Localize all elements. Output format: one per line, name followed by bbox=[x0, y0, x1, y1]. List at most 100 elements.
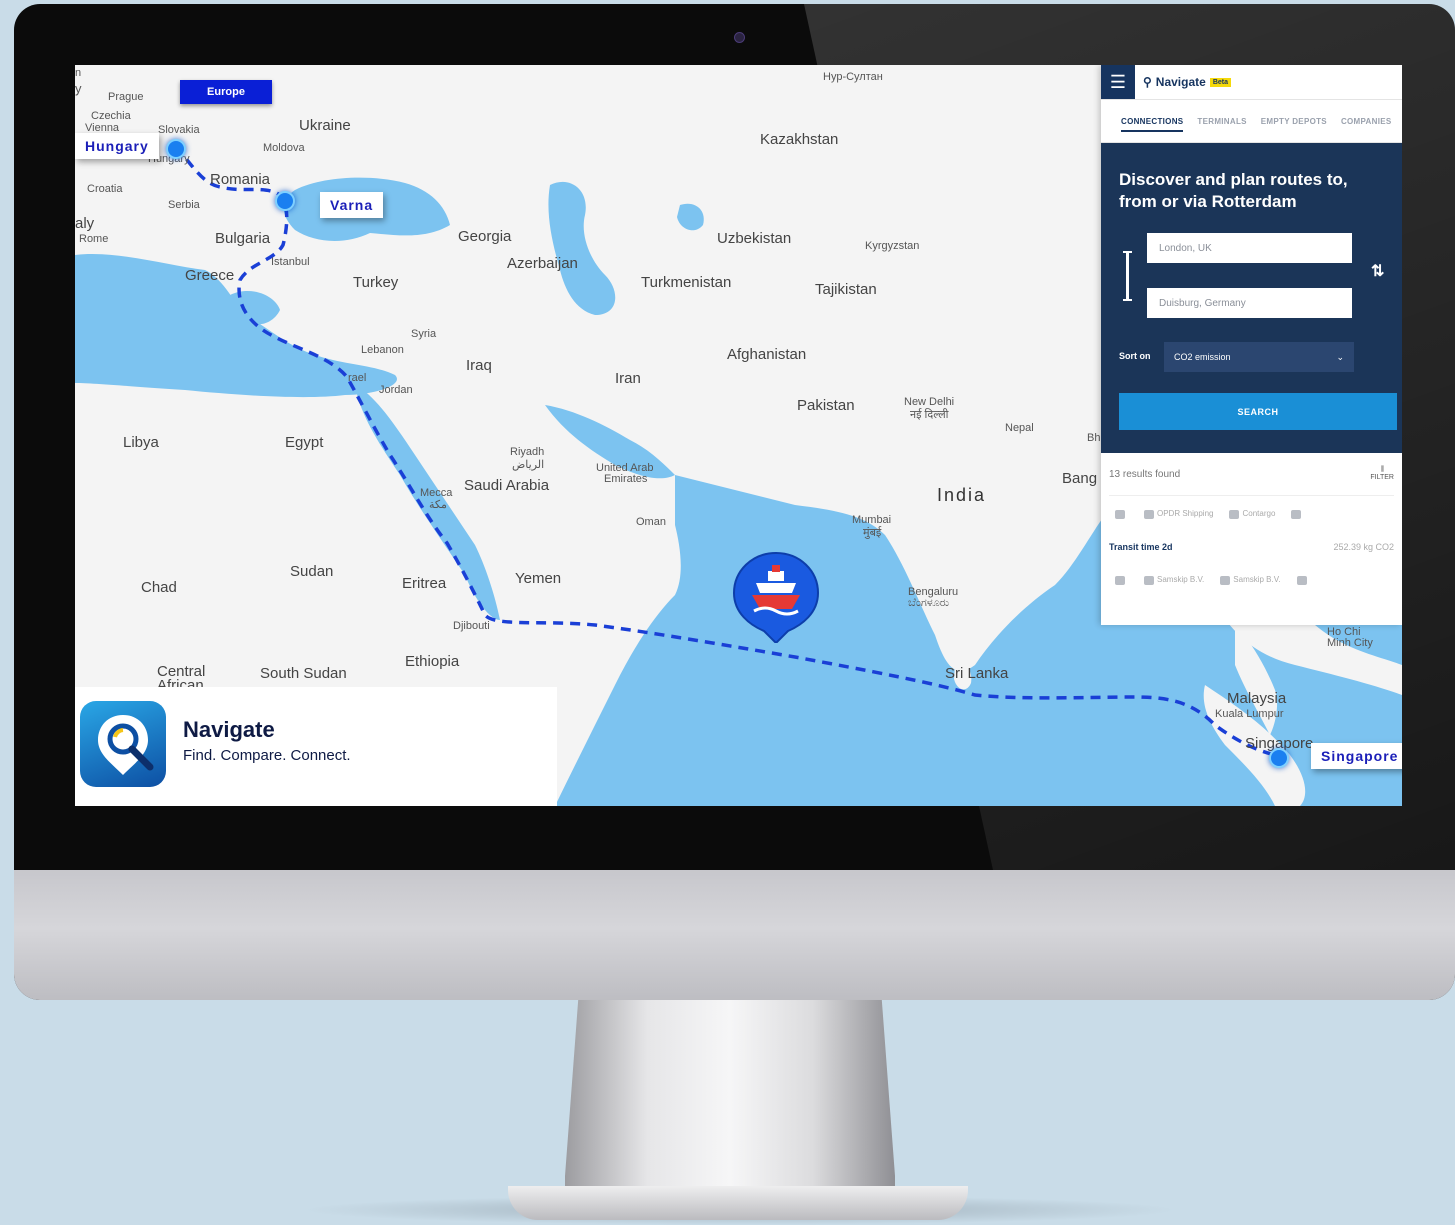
map-label: rael bbox=[348, 372, 367, 384]
operator-label: Samskip B.V. bbox=[1220, 575, 1281, 585]
results-list: 13 results found ⫼ FILTER OPDR Shipping C… bbox=[1101, 453, 1402, 598]
results-header: 13 results found ⫼ FILTER bbox=[1109, 453, 1394, 496]
swap-icon[interactable]: ⇅ bbox=[1371, 261, 1384, 281]
map-label: South Sudan bbox=[260, 665, 347, 682]
hungary-pin-icon[interactable] bbox=[166, 139, 186, 159]
operator-label: OPDR Shipping bbox=[1144, 509, 1213, 519]
map-label: aly bbox=[75, 215, 95, 232]
sort-label: Sort on bbox=[1119, 351, 1151, 361]
brand-panel: Navigate Find. Compare. Connect. bbox=[75, 687, 557, 806]
map-label: Slovakia bbox=[158, 124, 200, 136]
map-label: Rome bbox=[79, 233, 109, 245]
varna-tag[interactable]: Varna bbox=[320, 192, 384, 218]
map-label: Egypt bbox=[285, 434, 324, 451]
map-label: Uzbekistan bbox=[717, 230, 792, 247]
sort-select[interactable]: CO2 emission ⌄ bbox=[1164, 342, 1354, 372]
camera-icon bbox=[734, 32, 745, 43]
beta-badge: Beta bbox=[1209, 77, 1232, 87]
map-label: الرياض bbox=[512, 459, 545, 471]
map-label: Chad bbox=[141, 579, 177, 596]
map-label: Libya bbox=[123, 434, 159, 451]
train-icon bbox=[1115, 509, 1125, 519]
sort-select-value: CO2 emission bbox=[1174, 352, 1231, 362]
map-label: मुंबई bbox=[863, 527, 882, 539]
filter-label: FILTER bbox=[1370, 474, 1394, 481]
map-label: Lebanon bbox=[361, 344, 404, 356]
map-label: Syria bbox=[411, 328, 437, 340]
map-label: Pakistan bbox=[797, 397, 855, 414]
app-header: ☰ ⚲ Navigate Beta bbox=[1101, 65, 1402, 100]
map-label: Oman bbox=[636, 516, 666, 528]
ship-pin-icon[interactable] bbox=[732, 551, 820, 643]
map-label: Iraq bbox=[466, 357, 492, 374]
map-label: Eritrea bbox=[402, 575, 447, 592]
from-input[interactable]: London, UK bbox=[1147, 233, 1352, 263]
hero-title: Discover and plan routes to, from or via… bbox=[1119, 170, 1348, 211]
map-label: Нур-Султан bbox=[823, 71, 883, 83]
map-label: नई दिल्ली bbox=[910, 409, 949, 421]
result-row[interactable]: Samskip B.V. Samskip B.V. bbox=[1109, 562, 1394, 598]
filter-button[interactable]: ⫼ FILTER bbox=[1370, 466, 1394, 482]
route-line-icon bbox=[1123, 251, 1132, 301]
map-pin-icon: ⚲ bbox=[1143, 75, 1152, 89]
filter-icon: ⫼ bbox=[1380, 466, 1384, 473]
app-brand-name: Navigate bbox=[1155, 75, 1206, 89]
co2-value: 252.39 kg CO2 bbox=[1333, 542, 1394, 552]
map-label: Croatia bbox=[87, 183, 123, 195]
map-label: Turkmenistan bbox=[641, 274, 732, 291]
truck-icon bbox=[1229, 509, 1240, 519]
map-label: Saudi Arabia bbox=[464, 477, 550, 494]
monitor-stand bbox=[565, 1000, 895, 1200]
map-label: Malaysia bbox=[1227, 690, 1287, 707]
train-icon bbox=[1291, 509, 1302, 519]
tab-terminals[interactable]: TERMINALS bbox=[1197, 117, 1246, 126]
map-label: y bbox=[75, 81, 82, 96]
ship-icon bbox=[1144, 575, 1154, 585]
map-label: Romania bbox=[210, 171, 271, 188]
navigate-app-panel: ☰ ⚲ Navigate Beta CONNECTIONS TERMINALS … bbox=[1101, 65, 1402, 625]
map-label: Georgia bbox=[458, 228, 512, 245]
operator-label: Samskip B.V. bbox=[1144, 575, 1204, 585]
singapore-tag[interactable]: Singapore bbox=[1311, 743, 1402, 769]
map-label: India bbox=[937, 485, 987, 505]
results-count: 13 results found bbox=[1109, 468, 1181, 480]
app-tabs: CONNECTIONS TERMINALS EMPTY DEPOTS COMPA… bbox=[1101, 100, 1402, 143]
varna-pin-icon[interactable] bbox=[275, 191, 295, 211]
monitor-chin bbox=[14, 870, 1455, 1000]
map-label: Bh bbox=[1087, 432, 1101, 444]
tab-connections[interactable]: CONNECTIONS bbox=[1121, 117, 1184, 132]
app-brand: ⚲ Navigate Beta bbox=[1143, 75, 1232, 89]
map-label: Afghanistan bbox=[727, 346, 807, 363]
map-label: n bbox=[75, 67, 82, 79]
map-label: Turkey bbox=[353, 274, 399, 291]
hungary-tag[interactable]: Hungary bbox=[75, 133, 159, 159]
result-header[interactable]: Transit time 2d 252.39 kg CO2 bbox=[1109, 532, 1394, 562]
map-label: Czechia bbox=[91, 110, 131, 122]
search-button[interactable]: SEARCH bbox=[1119, 393, 1397, 430]
map-label: Kazakhstan bbox=[760, 131, 839, 148]
region-europe-button[interactable]: Europe bbox=[180, 80, 272, 104]
map-label: Tajikistan bbox=[815, 281, 877, 298]
to-input[interactable]: Duisburg, Germany bbox=[1147, 288, 1352, 318]
truck-icon bbox=[1220, 575, 1231, 585]
tab-empty-depots[interactable]: EMPTY DEPOTS bbox=[1261, 117, 1327, 126]
map-label: Moldova bbox=[263, 142, 305, 154]
hamburger-menu-icon[interactable]: ☰ bbox=[1101, 65, 1135, 99]
map-label: Azerbaijan bbox=[507, 255, 578, 272]
map-label: Ethiopia bbox=[405, 653, 460, 670]
train-icon bbox=[1115, 575, 1125, 585]
tab-companies[interactable]: COMPANIES bbox=[1341, 117, 1392, 126]
map-label: Ukraine bbox=[299, 117, 351, 134]
map-label: Minh City bbox=[1327, 637, 1373, 649]
monitor-stand-base bbox=[508, 1186, 968, 1220]
map-label: Emirates bbox=[604, 473, 648, 485]
result-row[interactable]: OPDR Shipping Contargo bbox=[1109, 496, 1394, 532]
map-label: Jordan bbox=[379, 384, 413, 396]
map-label: Bulgaria bbox=[215, 230, 271, 247]
map-label: ಬೆಂಗಳೂರು bbox=[908, 597, 950, 609]
map-label: Djibouti bbox=[453, 620, 490, 632]
singapore-pin-icon[interactable] bbox=[1269, 748, 1289, 768]
map-label: Kyrgyzstan bbox=[865, 240, 920, 252]
map-label: Riyadh bbox=[510, 446, 545, 458]
transit-time: Transit time 2d bbox=[1109, 542, 1173, 552]
